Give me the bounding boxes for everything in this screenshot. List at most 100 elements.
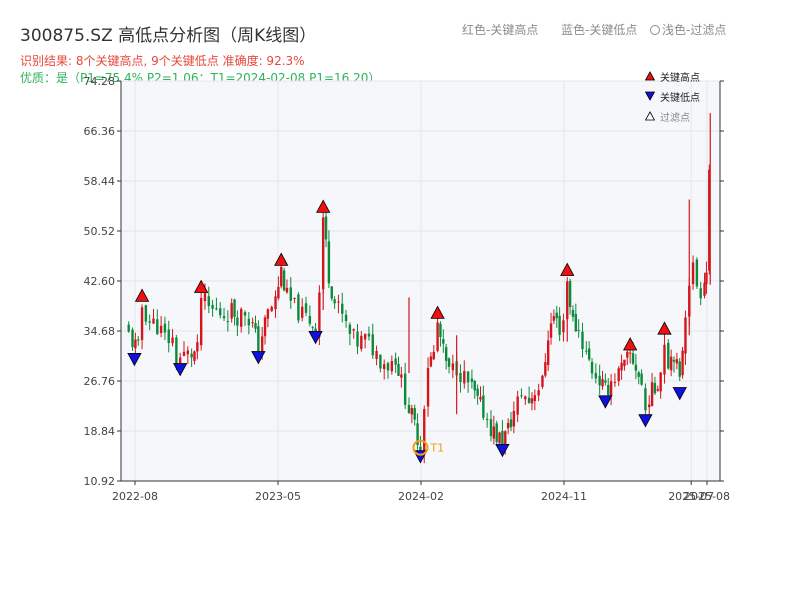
candle-down xyxy=(226,321,230,323)
candle-down xyxy=(442,339,445,344)
candle-up xyxy=(656,389,660,391)
candle-down xyxy=(254,323,257,329)
candle-up xyxy=(512,410,516,427)
candle-up xyxy=(240,308,243,327)
candle-down xyxy=(163,323,167,333)
candle-down xyxy=(585,350,588,352)
candle-down xyxy=(444,347,448,361)
candle-down xyxy=(219,308,222,316)
candle-down xyxy=(470,378,474,382)
candle-down xyxy=(594,373,598,379)
candle-up xyxy=(375,351,378,359)
legend-label-high: 关键高点 xyxy=(660,72,700,84)
candle-up xyxy=(609,381,613,396)
blue-triangle-down-icon xyxy=(645,91,655,101)
candle-up xyxy=(626,351,629,358)
candle-up xyxy=(423,409,426,454)
candle-up xyxy=(436,322,439,351)
candle-down xyxy=(304,303,308,313)
candle-up xyxy=(601,379,604,387)
candle-down xyxy=(644,388,647,411)
candle-down xyxy=(581,331,584,350)
candle-up xyxy=(429,356,433,367)
candle-down xyxy=(222,316,226,319)
candle-down xyxy=(520,395,523,397)
candle-down xyxy=(466,371,470,383)
candle-down xyxy=(308,315,312,324)
candle-up xyxy=(186,350,190,355)
candle-down xyxy=(653,382,657,394)
candle-down xyxy=(695,259,699,287)
candle-up xyxy=(383,364,386,369)
y-tick-label: 42.60 xyxy=(84,275,116,288)
candle-up xyxy=(199,297,203,346)
candle-down xyxy=(678,361,681,377)
candle-down xyxy=(419,446,422,451)
candle-up xyxy=(562,320,565,333)
candle-down xyxy=(341,303,344,314)
candle-down xyxy=(127,324,130,332)
y-tick-label: 50.52 xyxy=(84,225,116,238)
candle-down xyxy=(439,323,442,337)
candle-up xyxy=(659,372,662,392)
candle-up xyxy=(623,359,626,366)
candle-down xyxy=(489,419,493,437)
candle-up xyxy=(544,362,547,376)
candle-up xyxy=(663,344,666,375)
x-tick-label: 2024-02 xyxy=(398,490,444,503)
candle-down xyxy=(527,397,531,403)
candle-up xyxy=(152,318,155,324)
candle-down xyxy=(190,353,193,358)
candle-up xyxy=(675,359,679,364)
candle-down xyxy=(333,299,336,304)
candle-down xyxy=(211,304,214,309)
candle-down xyxy=(282,270,286,291)
candle-down xyxy=(473,380,476,391)
candle-down xyxy=(607,384,610,396)
candle-down xyxy=(699,288,702,299)
y-tick-label: 66.36 xyxy=(84,125,116,138)
candle-down xyxy=(476,388,479,396)
candle-down xyxy=(348,324,352,334)
candle-up xyxy=(541,375,544,387)
candle-down xyxy=(156,319,159,335)
candle-up xyxy=(451,363,455,371)
hollow-triangle-icon xyxy=(645,111,655,121)
candle-up xyxy=(277,286,280,299)
chart-legend: 关键高点 关键低点 过滤点 xyxy=(645,66,700,126)
candle-down xyxy=(330,286,333,299)
candle-up xyxy=(196,342,199,352)
candle-up xyxy=(285,287,289,293)
candle-up xyxy=(426,367,430,407)
candle-down xyxy=(509,419,513,428)
candle-up xyxy=(159,325,163,333)
candle-down xyxy=(175,337,178,366)
legend-label-filtered: 过滤点 xyxy=(660,112,690,124)
candle-up xyxy=(479,396,482,400)
candle-down xyxy=(568,280,572,308)
candle-down xyxy=(247,318,251,326)
y-tick-label: 58.44 xyxy=(84,175,116,188)
candle-up xyxy=(263,317,267,337)
candle-up xyxy=(270,306,273,312)
candle-down xyxy=(459,373,462,382)
candle-up xyxy=(432,351,435,360)
candle-up xyxy=(363,333,367,340)
candle-up xyxy=(352,329,355,331)
candle-up xyxy=(613,382,617,384)
candle-down xyxy=(574,313,578,332)
candle-up xyxy=(230,303,233,319)
candle-down xyxy=(236,317,239,326)
candle-down xyxy=(482,395,485,418)
candle-down xyxy=(634,364,638,371)
candle-up xyxy=(546,340,550,365)
candle-down xyxy=(215,308,218,310)
candle-down xyxy=(289,287,292,301)
candle-up xyxy=(293,297,296,299)
candle-down xyxy=(604,380,607,383)
candle-down xyxy=(356,331,359,347)
candle-up xyxy=(620,362,623,371)
candle-down xyxy=(403,373,407,405)
y-tick-label: 74.28 xyxy=(84,75,116,88)
candle-down xyxy=(257,326,260,355)
